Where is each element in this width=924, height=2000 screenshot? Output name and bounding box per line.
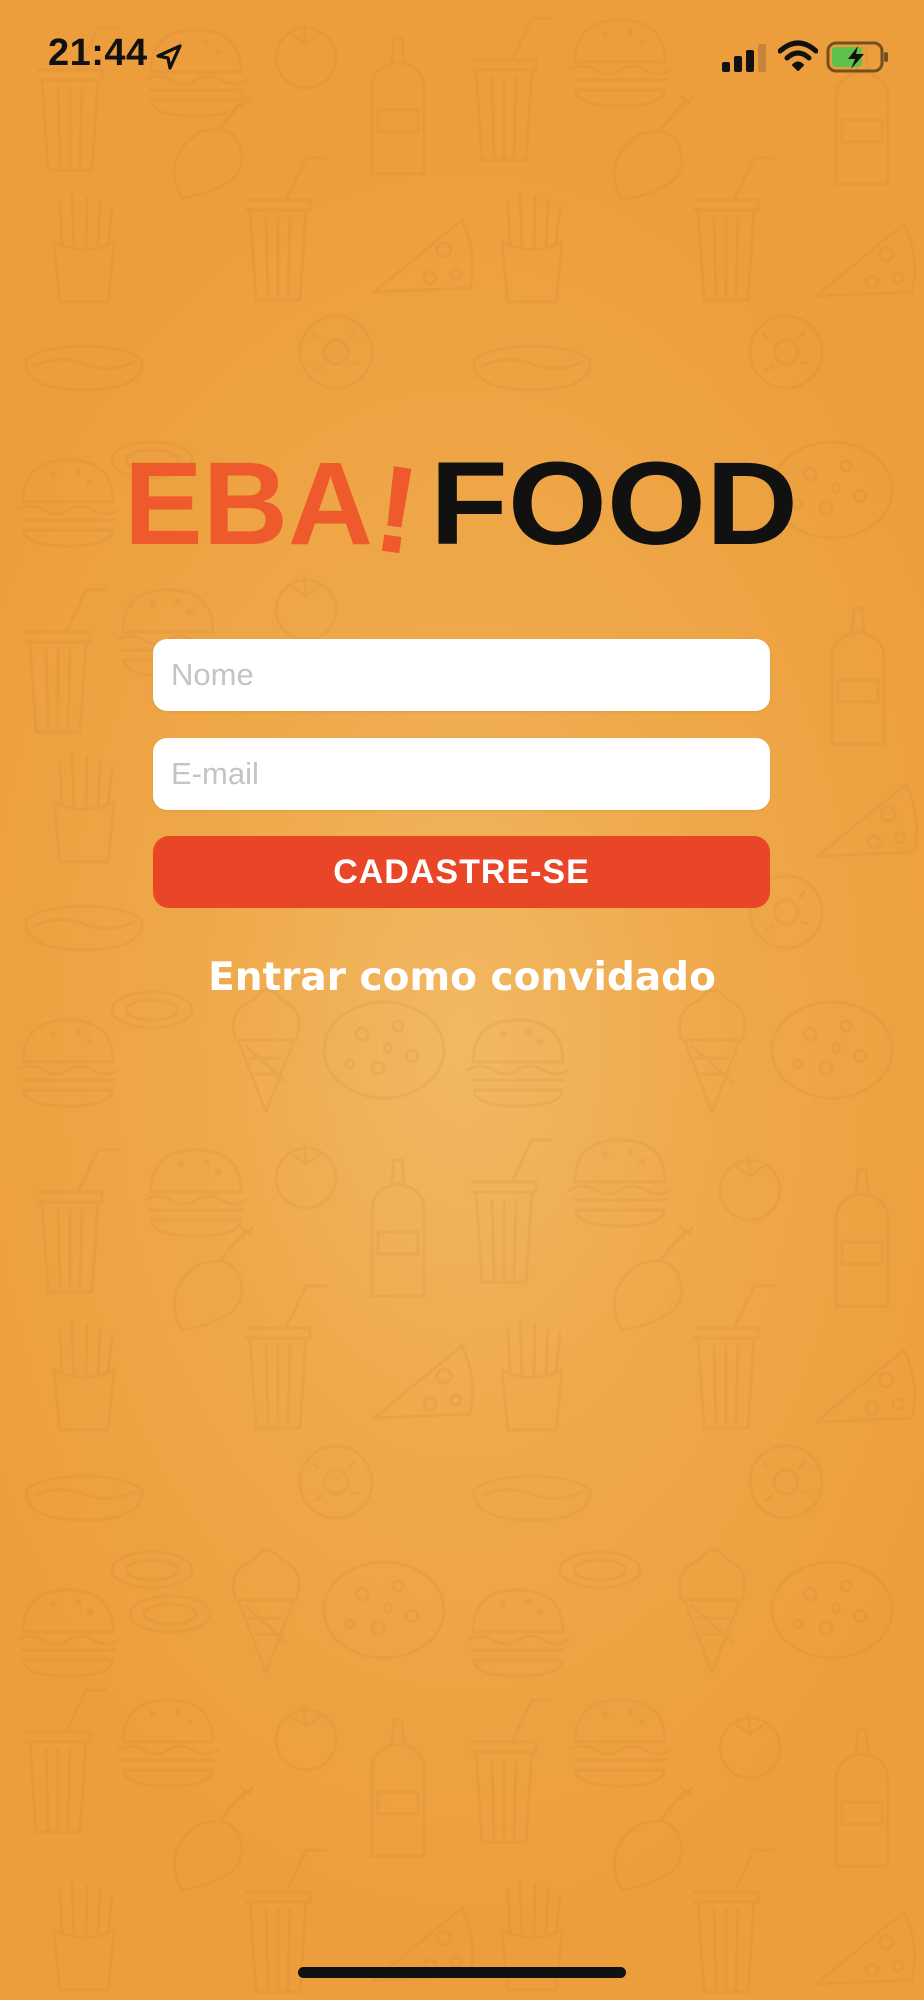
cellular-signal-icon xyxy=(722,44,766,72)
guest-login-link[interactable]: Entrar como convidado xyxy=(0,955,924,1000)
home-indicator[interactable] xyxy=(298,1967,626,1978)
name-input[interactable] xyxy=(171,639,752,711)
name-field[interactable] xyxy=(153,639,770,711)
email-field[interactable] xyxy=(153,738,770,810)
logo-text-food: FOOD xyxy=(430,440,798,570)
status-bar: 21:44 xyxy=(0,0,924,110)
email-input[interactable] xyxy=(171,738,752,810)
logo-text-exclamation: ! xyxy=(367,440,427,570)
battery-charging-icon xyxy=(826,41,888,73)
logo-text-eba: EBA xyxy=(124,440,373,570)
location-arrow-icon xyxy=(156,44,182,70)
status-time: 21:44 xyxy=(48,32,148,74)
app-logo: EBA ! FOOD xyxy=(124,440,798,570)
signup-button[interactable]: CADASTRE-SE xyxy=(153,836,770,908)
wifi-icon xyxy=(778,40,818,71)
food-doodle-background xyxy=(16,16,919,1994)
